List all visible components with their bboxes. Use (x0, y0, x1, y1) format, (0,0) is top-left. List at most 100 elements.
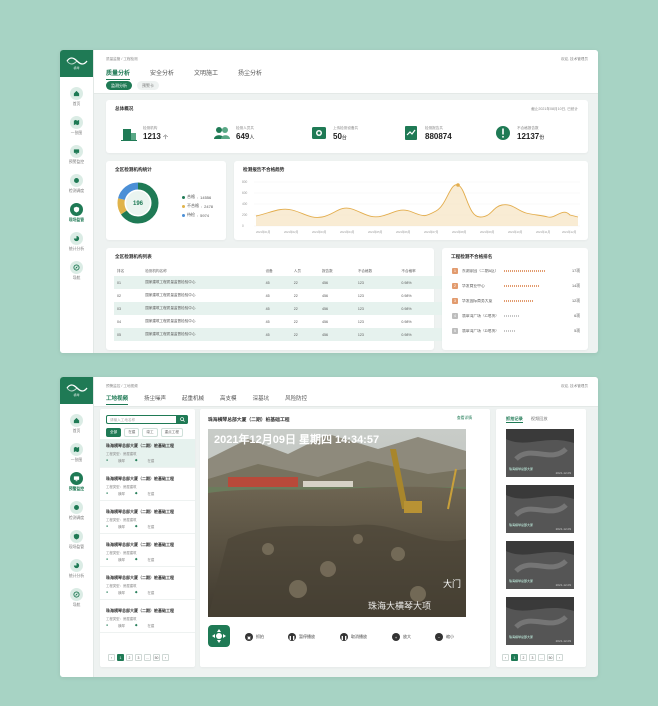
snapshot-thumbnail[interactable]: 珠海横琴总部大厦 2021-12-09 (506, 485, 574, 533)
tab-formwork[interactable]: 高支模 (220, 394, 237, 405)
snapshot-date: 2021-12-09 (555, 639, 571, 643)
sidebar-item-home[interactable]: 首页 (62, 87, 92, 107)
project-list-item[interactable]: 珠海横琴总部大厦（二期）桩基础工程 工程类型：房屋建筑 ● 横琴 ◆ 在建 (100, 538, 195, 567)
project-location: 横琴 (118, 558, 125, 562)
snapshot-button[interactable]: ▣ 抓拍 (245, 633, 264, 641)
project-list-item[interactable]: 珠海横琴总部大厦（二期）桩基础工程 工程类型：房屋建筑 ● 横琴 ◆ 在建 (100, 571, 195, 600)
sidebar-item-stats[interactable]: 统计分析 (62, 559, 92, 579)
project-list-item[interactable]: 珠海横琴总部大厦（二期）桩基础工程 工程类型：房屋建筑 ● 横琴 ◆ 在建 (100, 505, 195, 534)
page-button[interactable]: ‹ (108, 654, 115, 661)
tab-site-video[interactable]: 工地视频 (106, 394, 129, 405)
sidebar-item-guide[interactable]: 导航 (62, 261, 92, 281)
table-cell: 22 (293, 293, 298, 298)
ranking-item[interactable]: 4 翡翠湾广场（C地块） 6项 (452, 313, 580, 319)
pause-button[interactable]: ❚❚ 暂停播放 (288, 633, 315, 641)
page-button[interactable]: 1 (117, 654, 124, 661)
home-icon (70, 87, 83, 100)
sidebar-item-monitor[interactable]: 预警监控 (62, 145, 92, 165)
filter-key-project[interactable]: 重点工程 (160, 428, 183, 437)
page-button[interactable]: ‹ (502, 654, 509, 661)
snapshot-date: 2021-12-09 (555, 583, 571, 587)
app-logo[interactable]: 横琴 (60, 50, 93, 77)
column-header: 人员 (293, 268, 301, 273)
filter-completed[interactable]: 竣工 (142, 428, 158, 437)
app-logo[interactable]: 横琴 (60, 377, 93, 404)
sidebar-item-map[interactable]: 一张图 (62, 116, 92, 136)
subtab-warning[interactable]: 预警卡 (137, 81, 159, 90)
user-info[interactable]: 欢迎, 技术管理员 (561, 57, 588, 62)
y-tick: 200 (242, 213, 248, 217)
sidebar-item-home[interactable]: 首页 (62, 414, 92, 434)
video-detail-link[interactable]: 查看详情 (457, 416, 472, 421)
ranking-item[interactable]: 2 华发商业中心 14项 (452, 283, 580, 289)
zoom-out-button[interactable]: − 缩小 (435, 633, 454, 641)
snapshot-thumbnail[interactable]: 珠海横琴总部大厦 2021-12-09 (506, 541, 574, 589)
sidebar-item-map[interactable]: 一张图 (62, 443, 92, 463)
page-button[interactable]: ... (538, 654, 545, 661)
sidebar-item-guide[interactable]: 导航 (62, 588, 92, 608)
report-icon (405, 126, 417, 140)
institution-table-card: 全区检测机构列表 排名 检测机构名称 设备 人员 报告数 不合格数 不合格率 0… (106, 248, 442, 350)
rank-name: 东湖家园（二期A区） (462, 268, 499, 273)
table-row[interactable]: 05 国家建筑工程质量监督检验中心 45 22 456 123 0.98% (114, 328, 442, 341)
rank-value: 5项 (574, 328, 580, 333)
filter-building[interactable]: 在建 (124, 428, 140, 437)
page-button[interactable]: › (556, 654, 563, 661)
page-button[interactable]: 3 (135, 654, 142, 661)
page-button[interactable]: 50 (547, 654, 554, 661)
project-list-item[interactable]: 珠海横琴总部大厦（二期）桩基础工程 工程类型：房屋建筑 ● 横琴 ◆ 在建 (100, 604, 195, 633)
project-meta: ● 横琴 ◆ 在建 (106, 590, 189, 595)
table-row[interactable]: 04 国家建筑工程质量监督检验中心 45 22 456 123 0.98% (114, 315, 442, 328)
page-button[interactable]: 50 (153, 654, 160, 661)
page-button[interactable]: 1 (511, 654, 518, 661)
sidebar-item-supervision[interactable]: 现场监管 (62, 530, 92, 550)
tab-foundation-pit[interactable]: 深基坑 (253, 394, 270, 405)
search-input[interactable]: 请输入工地名称 (106, 415, 188, 424)
project-list-item[interactable]: 珠海横琴总部大厦（二期）桩基础工程 工程类型：房屋建筑 ● 横琴 ◆ 在建 (100, 439, 195, 468)
tab-safety[interactable]: 安全分析 (150, 68, 174, 80)
project-list-item[interactable]: 珠海横琴总部大厦（二期）桩基础工程 工程类型：房屋建筑 ● 横琴 ◆ 在建 (100, 472, 195, 501)
tab-quality[interactable]: 质量分析 (106, 68, 131, 80)
table-row[interactable]: 01 国家建筑工程质量监督检验中心 45 22 456 123 0.98% (114, 276, 442, 289)
snapshot-thumbnail[interactable]: 珠海横琴总部大厦 2021-12-09 (506, 597, 574, 645)
ranking-item[interactable]: 1 东湖家园（二期A区） 17项 (452, 268, 580, 274)
sidebar-item-monitor[interactable]: 预警监控 (62, 472, 92, 492)
ranking-item[interactable]: 3 华发国际商务大厦 12项 (452, 298, 580, 304)
page-button[interactable]: 2 (126, 654, 133, 661)
column-header: 排名 (117, 268, 125, 273)
sidebar-item-dispatch[interactable]: 检测调度 (62, 501, 92, 521)
tab-dust[interactable]: 扬尘分析 (238, 68, 262, 80)
tab-dust-noise[interactable]: 扬尘噪声 (144, 394, 166, 405)
tab-risk-control[interactable]: 风险防控 (285, 394, 307, 405)
status-icon: ◆ (134, 557, 138, 561)
ranking-item[interactable]: 5 翡翠湾广场（D地块） 5项 (452, 328, 580, 334)
tab-snapshots[interactable]: 抓拍记录 (506, 416, 523, 423)
snapshot-thumbnail[interactable]: 珠海横琴总部大厦 2021-12-09 (506, 429, 574, 477)
project-type: 工程类型：房屋建筑 (106, 617, 137, 621)
sidebar-item-stats[interactable]: 统计分析 (62, 232, 92, 252)
legend-unqualified: 不合格 : 2478 (182, 203, 213, 209)
page-button[interactable]: › (162, 654, 169, 661)
project-location: 横琴 (118, 492, 125, 496)
tab-playback[interactable]: 视频回放 (531, 416, 548, 423)
page-button[interactable]: 2 (520, 654, 527, 661)
stop-button[interactable]: ❚❚ 取消播放 (340, 633, 367, 641)
tab-crane[interactable]: 起重机械 (182, 394, 204, 405)
subtab-monitoring[interactable]: 监测分析 (106, 81, 132, 90)
main-area: 质量监管 / 工程检测 欢迎, 技术管理员 质量分析 安全分析 文明施工 扬尘分… (94, 50, 598, 353)
dispatch-icon (70, 501, 83, 514)
zoom-in-button[interactable]: + 放大 (392, 633, 411, 641)
video-player[interactable]: 2021年12月09日 星期四 14:34:57 大门 珠海大横琴大项 (208, 429, 466, 617)
user-info[interactable]: 欢迎, 技术管理员 (561, 384, 588, 389)
search-button[interactable] (176, 415, 188, 424)
sidebar-item-supervision[interactable]: 现场监管 (62, 203, 92, 223)
sidebar-item-dispatch[interactable]: 检测调度 (62, 174, 92, 194)
filter-all[interactable]: 全部 (106, 428, 122, 437)
ptz-direction-pad[interactable] (208, 625, 230, 647)
page-button[interactable]: 3 (529, 654, 536, 661)
status-icon: ◆ (134, 491, 138, 495)
page-button[interactable]: ... (144, 654, 151, 661)
tab-civilized[interactable]: 文明施工 (194, 68, 218, 80)
table-row[interactable]: 02 国家建筑工程质量监督检验中心 45 22 456 123 0.98% (114, 289, 442, 302)
table-row[interactable]: 03 国家建筑工程质量监督检验中心 45 22 456 123 0.98% (114, 302, 442, 315)
